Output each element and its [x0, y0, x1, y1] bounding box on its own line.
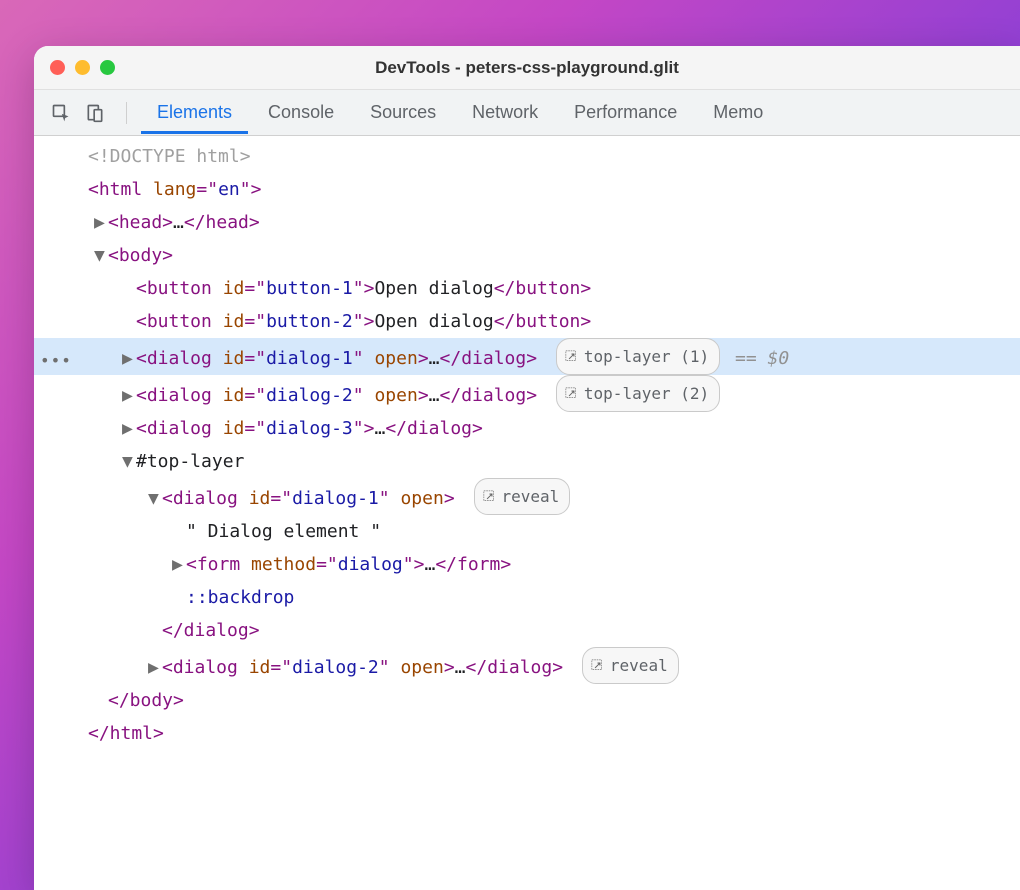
tab-elements[interactable]: Elements: [141, 92, 248, 133]
tab-console[interactable]: Console: [252, 92, 350, 133]
inspect-element-icon[interactable]: [48, 100, 74, 126]
dom-body-close[interactable]: </body>: [34, 684, 1020, 717]
expand-arrow-icon[interactable]: ▶: [94, 206, 108, 239]
dom-button-1[interactable]: <button id="button-1">Open dialog</butto…: [34, 272, 1020, 305]
dom-body-open[interactable]: ▼<body>: [34, 239, 1020, 272]
dom-tl-dialog-2[interactable]: ▶<dialog id="dialog-2" open>…</dialog> r…: [34, 647, 1020, 684]
dom-dialog-3[interactable]: ▶<dialog id="dialog-3">…</dialog>: [34, 412, 1020, 445]
device-toggle-icon[interactable]: [82, 100, 108, 126]
tab-memory[interactable]: Memo: [697, 92, 779, 133]
dom-tl-dialog-1-close[interactable]: </dialog>: [34, 614, 1020, 647]
titlebar: DevTools - peters-css-playground.glit: [34, 46, 1020, 90]
top-layer-badge[interactable]: top-layer (2): [556, 375, 720, 412]
toolbar-separator: [126, 102, 127, 124]
console-reference: == $0: [735, 348, 789, 369]
tab-sources[interactable]: Sources: [354, 92, 452, 133]
traffic-lights: [50, 60, 115, 75]
reveal-icon: [483, 490, 496, 503]
dom-tl-form[interactable]: ▶<form method="dialog">…</form>: [34, 548, 1020, 581]
more-actions-icon[interactable]: •••: [40, 344, 72, 377]
collapse-arrow-icon[interactable]: ▼: [94, 239, 108, 272]
reveal-icon: [565, 350, 578, 363]
reveal-badge[interactable]: reveal: [582, 647, 679, 684]
devtools-window: DevTools - peters-css-playground.glit El…: [34, 46, 1020, 890]
reveal-icon: [565, 387, 578, 400]
window-title: DevTools - peters-css-playground.glit: [375, 58, 679, 78]
dom-top-layer[interactable]: ▼#top-layer: [34, 445, 1020, 478]
dom-tl-dialog-1-open[interactable]: ▼<dialog id="dialog-1" open> reveal: [34, 478, 1020, 515]
close-window-button[interactable]: [50, 60, 65, 75]
maximize-window-button[interactable]: [100, 60, 115, 75]
collapse-arrow-icon[interactable]: ▼: [122, 445, 136, 478]
dom-tl-dialog-1-text[interactable]: " Dialog element ": [34, 515, 1020, 548]
dom-doctype[interactable]: <!DOCTYPE html>: [34, 140, 1020, 173]
minimize-window-button[interactable]: [75, 60, 90, 75]
expand-arrow-icon[interactable]: ▶: [122, 342, 136, 375]
tab-performance[interactable]: Performance: [558, 92, 693, 133]
top-layer-badge[interactable]: top-layer (1): [556, 338, 720, 375]
dom-button-2[interactable]: <button id="button-2">Open dialog</butto…: [34, 305, 1020, 338]
dom-dialog-2[interactable]: ▶<dialog id="dialog-2" open>…</dialog> t…: [34, 375, 1020, 412]
dom-head[interactable]: ▶<head>…</head>: [34, 206, 1020, 239]
dom-html-open[interactable]: <html lang="en">: [34, 173, 1020, 206]
expand-arrow-icon[interactable]: ▶: [172, 548, 186, 581]
dom-tree[interactable]: <!DOCTYPE html> <html lang="en"> ▶<head>…: [34, 136, 1020, 890]
tab-network[interactable]: Network: [456, 92, 554, 133]
collapse-arrow-icon[interactable]: ▼: [148, 482, 162, 515]
dom-dialog-1-selected[interactable]: ••• ▶<dialog id="dialog-1" open>…</dialo…: [34, 338, 1020, 375]
reveal-icon: [591, 659, 604, 672]
reveal-badge[interactable]: reveal: [474, 478, 571, 515]
expand-arrow-icon[interactable]: ▶: [122, 412, 136, 445]
devtools-toolbar: Elements Console Sources Network Perform…: [34, 90, 1020, 136]
expand-arrow-icon[interactable]: ▶: [122, 379, 136, 412]
dom-tl-backdrop[interactable]: ::backdrop: [34, 581, 1020, 614]
expand-arrow-icon[interactable]: ▶: [148, 651, 162, 684]
dom-html-close[interactable]: </html>: [34, 717, 1020, 750]
